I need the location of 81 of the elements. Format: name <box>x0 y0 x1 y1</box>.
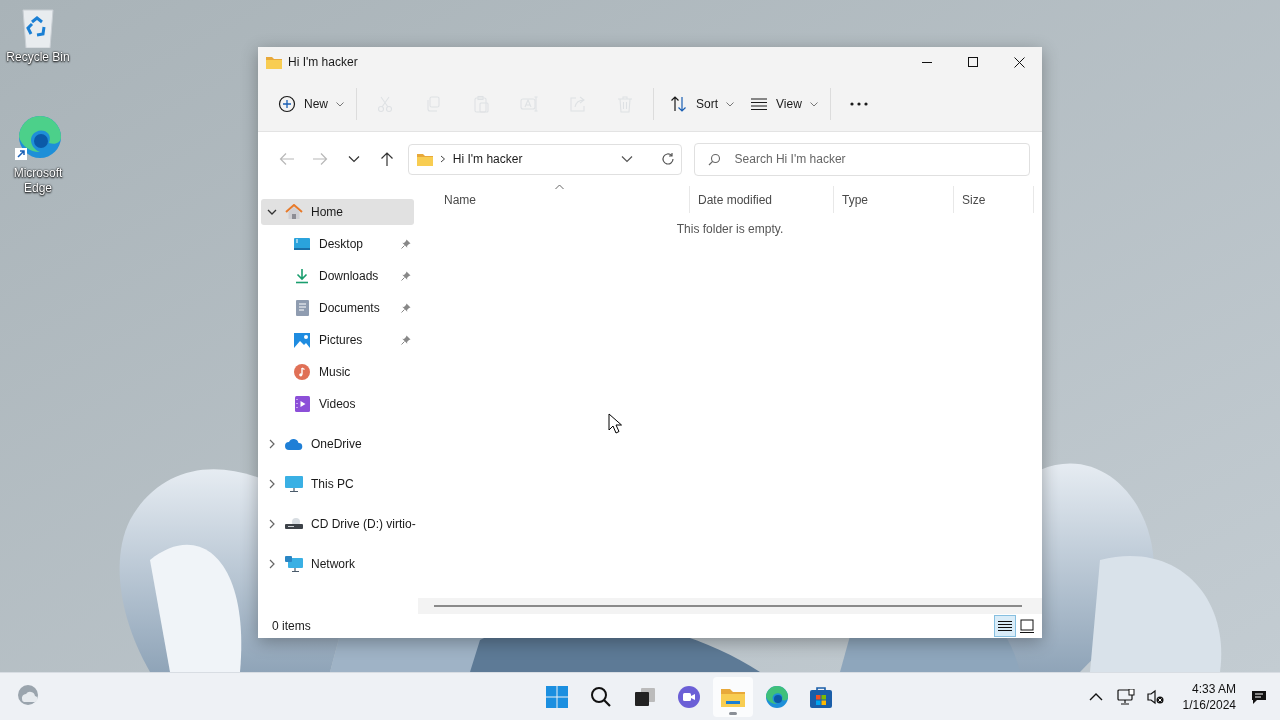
mouse-pointer-icon <box>608 413 622 434</box>
tiles-view-icon <box>1020 619 1034 633</box>
column-header[interactable]: Name <box>418 186 690 213</box>
sidebar-item[interactable]: Documents <box>261 295 414 321</box>
cloud-icon[interactable] <box>16 682 40 707</box>
folder-icon <box>721 686 746 707</box>
search-icon <box>707 152 721 166</box>
empty-folder-message: This folder is empty. <box>676 222 784 236</box>
caret-icon <box>336 101 344 107</box>
chevron-down-icon <box>620 155 633 163</box>
column-header[interactable]: Date modified <box>690 186 834 213</box>
music-note-icon <box>294 364 310 380</box>
close-icon <box>1013 56 1025 68</box>
message-icon <box>1251 688 1267 705</box>
up-arrow-icon <box>380 151 395 167</box>
breadcrumb-chevron-icon <box>439 155 446 163</box>
view-button[interactable]: View <box>742 86 826 122</box>
pin-icon <box>401 239 411 249</box>
address-bar[interactable]: Hi I'm hacker <box>407 143 682 175</box>
folder-icon <box>416 152 433 166</box>
new-button[interactable]: New <box>270 86 352 122</box>
sidebar-item[interactable]: CD Drive (D:) virtio- <box>261 511 414 537</box>
file-explorer-button[interactable] <box>713 676 754 717</box>
monitor-icon <box>1116 688 1135 705</box>
folder-icon <box>266 55 282 69</box>
sidebar-item[interactable]: Network <box>261 551 414 577</box>
pin-icon <box>401 303 411 313</box>
document-icon <box>295 300 309 316</box>
sidebar-item[interactable]: Home <box>261 199 414 225</box>
details-view-button[interactable] <box>994 615 1016 637</box>
column-header[interactable]: Type <box>834 186 954 213</box>
search-field[interactable]: Search Hi I'm hacker <box>693 142 1030 176</box>
chevron-right-icon <box>268 439 276 449</box>
sidebar-item[interactable]: Desktop <box>261 231 414 257</box>
column-header[interactable]: Size <box>954 186 1034 213</box>
monitor-icon <box>285 476 303 492</box>
maximize-icon <box>968 57 978 67</box>
video-chat-icon <box>677 685 702 708</box>
search-icon <box>590 685 613 708</box>
caret-icon <box>726 101 735 107</box>
chevron-right-icon <box>268 519 276 529</box>
four-squares-icon <box>546 685 569 708</box>
chevron-down-icon <box>267 208 277 216</box>
sidebar-item[interactable]: Pictures <box>261 327 414 353</box>
sidebar-item[interactable]: Music <box>261 359 414 385</box>
speaker-muted-icon <box>1146 688 1165 705</box>
picture-icon <box>294 332 310 348</box>
recycle-bin-icon <box>20 8 56 48</box>
clock[interactable]: 4:33 AM 1/16/2024 <box>1172 680 1242 713</box>
chevron-down-icon <box>347 155 360 163</box>
details-view-icon <box>998 620 1012 632</box>
house-icon <box>285 204 303 220</box>
left-arrow-icon <box>278 152 295 166</box>
sidebar-item[interactable]: This PC <box>261 471 414 497</box>
sort-button[interactable]: Sort <box>662 86 743 122</box>
caret-icon <box>809 101 818 107</box>
cloud-icon <box>285 438 303 450</box>
window-title: Hi I'm hacker <box>288 55 359 69</box>
pin-icon <box>401 335 411 345</box>
sidebar-item[interactable]: OneDrive <box>261 431 414 457</box>
task-view-icon <box>635 687 656 706</box>
chevron-right-icon <box>268 479 276 489</box>
chevron-up-icon <box>1088 692 1103 701</box>
network-icon <box>285 556 303 572</box>
shopping-bag-icon <box>810 685 833 708</box>
right-arrow-icon <box>312 152 329 166</box>
download-arrow-icon <box>295 268 309 284</box>
desktop-icon <box>294 237 310 251</box>
refresh-icon <box>660 152 675 166</box>
sidebar-item[interactable]: Videos <box>261 391 414 417</box>
horizontal-scrollbar[interactable] <box>434 605 1022 607</box>
pin-icon <box>401 271 411 281</box>
browser-icon <box>765 684 790 709</box>
video-icon <box>294 396 310 412</box>
minimize-icon <box>922 61 932 63</box>
item-count: 0 items <box>272 619 312 633</box>
sidebar-item[interactable]: Downloads <box>261 263 414 289</box>
disc-drive-icon <box>285 518 303 530</box>
chevron-right-icon <box>268 559 276 569</box>
sort-ascending-icon <box>555 184 564 190</box>
address-path: Hi I'm hacker <box>452 152 524 166</box>
